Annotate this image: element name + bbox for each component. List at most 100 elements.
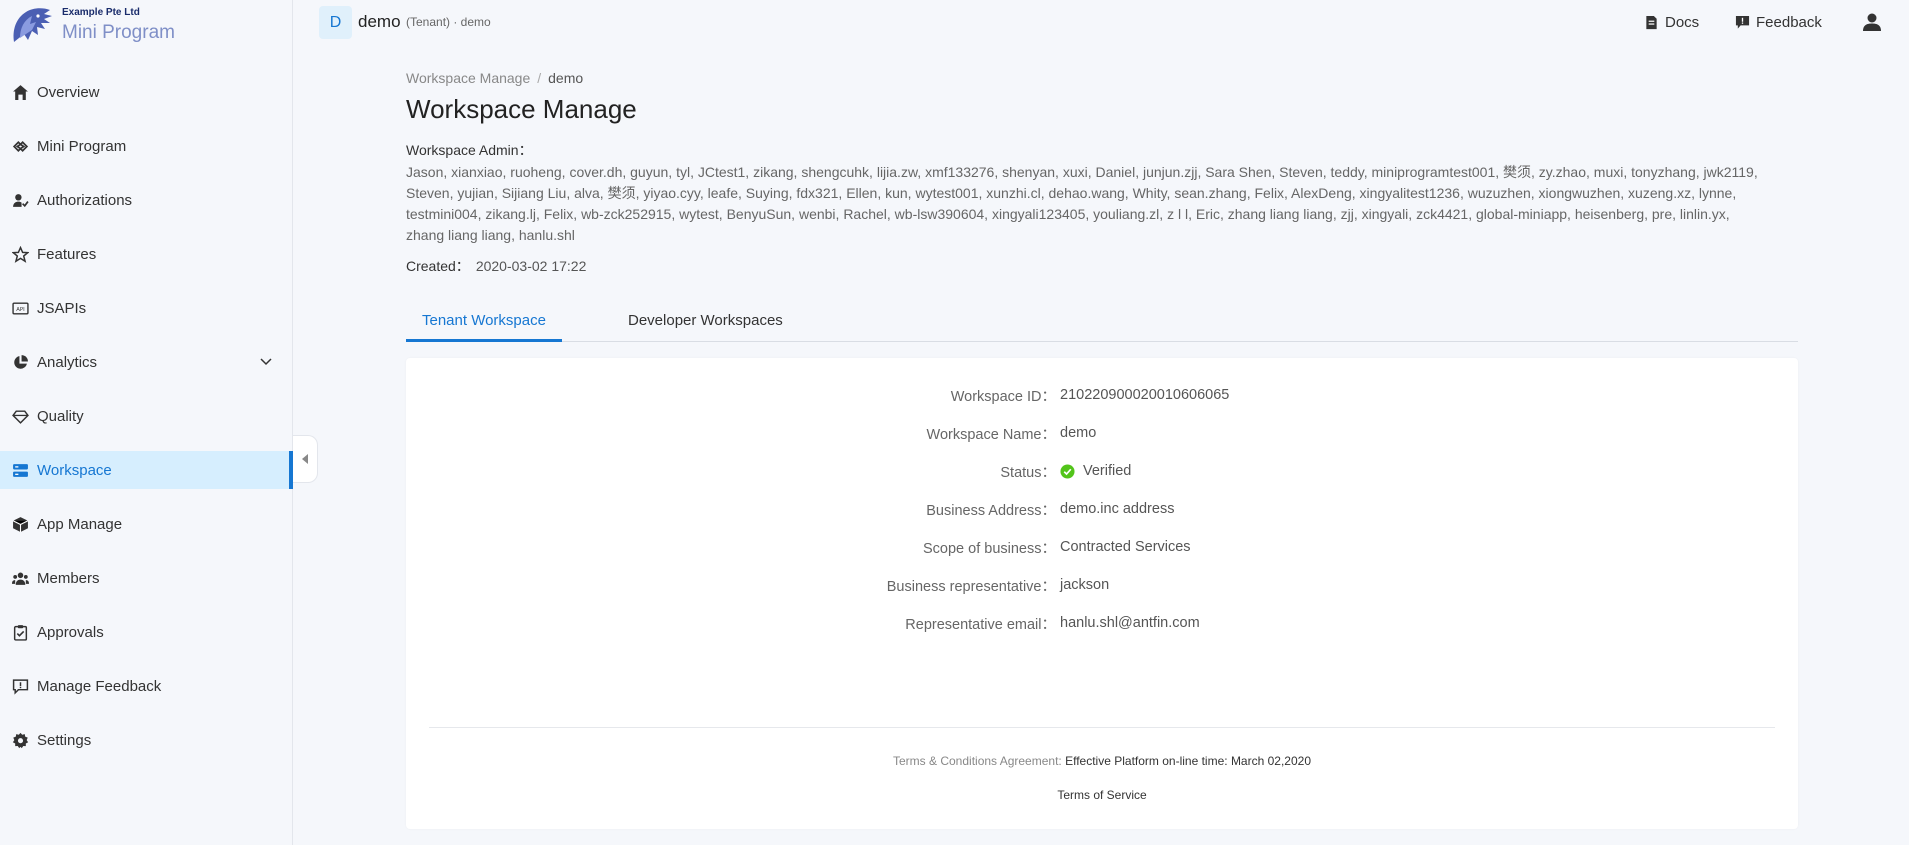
sidebar-item-label: Members [37, 569, 100, 587]
feedback-icon [1735, 15, 1750, 29]
field-label: Business Address： [926, 503, 1056, 519]
tenant-name[interactable]: demo [358, 12, 401, 32]
docs-link[interactable]: Docs [1644, 14, 1699, 31]
sidebar-item-approvals[interactable]: Approvals [0, 613, 293, 651]
clipboard-check-icon [11, 623, 29, 641]
workspace-details-card: Workspace ID： 2102209000200106060​65 Wor… [406, 358, 1798, 829]
sidebar-nav: Overview Mini Program Authorizations Fea… [0, 73, 293, 775]
field-status: Status： Verified [406, 461, 1798, 481]
feedback-link[interactable]: Feedback [1735, 14, 1822, 31]
company-name: Example Pte Ltd [62, 7, 140, 18]
card-divider [429, 727, 1775, 728]
lion-logo-icon [13, 8, 52, 42]
sidebar-collapse-toggle[interactable] [293, 435, 318, 483]
caret-left-icon [302, 454, 308, 464]
sidebar-item-settings[interactable]: Settings [0, 721, 293, 759]
workspace-admin-list: Jason, xianxiao, ruoheng, cover.dh, guyu… [406, 164, 1758, 243]
field-label: Workspace ID： [950, 389, 1056, 405]
workspace-icon [11, 461, 29, 479]
field-business-representative: Business representative： jackson [406, 575, 1798, 595]
sidebar-item-authorizations[interactable]: Authorizations [0, 181, 293, 219]
sidebar-item-label: Mini Program [37, 137, 127, 155]
check-circle-icon [1060, 463, 1075, 479]
chevron-down-icon[interactable] [259, 354, 273, 368]
feedback-icon [11, 677, 29, 695]
sidebar-item-workspace[interactable]: Workspace [0, 451, 293, 489]
field-value: 2102209000200106060​65 [1060, 387, 1230, 403]
gear-icon [11, 731, 29, 749]
sidebar-item-mini-program[interactable]: Mini Program [0, 127, 293, 165]
sidebar: Example Pte Ltd Mini Program Overview Mi… [0, 0, 293, 845]
field-label: Scope of business： [923, 541, 1056, 557]
user-icon[interactable] [1861, 11, 1883, 33]
created-value: 2020-03-02 17:22 [475, 258, 587, 274]
sidebar-item-label: Analytics [37, 353, 98, 371]
home-icon [11, 83, 29, 101]
star-icon [11, 245, 29, 263]
field-label: Workspace Name： [926, 427, 1056, 443]
field-scope-of-business: Scope of business： Contracted Services [406, 537, 1798, 557]
field-value: demo.inc address [1060, 501, 1175, 517]
sidebar-item-app-manage[interactable]: App Manage [0, 505, 293, 543]
docs-label: Docs [1665, 14, 1700, 31]
sidebar-item-label: Manage Feedback [37, 677, 162, 695]
sidebar-item-label: Settings [37, 731, 92, 749]
sidebar-item-overview[interactable]: Overview [0, 73, 293, 111]
field-workspace-id: Workspace ID： 2102209000200106060​65 [406, 385, 1798, 405]
sidebar-item-label: Approvals [37, 623, 104, 641]
main-content: Workspace Manage / demo Workspace Manage W… [406, 70, 1798, 829]
sidebar-item-label: Overview [37, 83, 100, 101]
user-check-icon [11, 191, 29, 209]
sidebar-item-label: Workspace [37, 461, 112, 479]
created-row: Created： 2020-03-02 17:22 [406, 256, 1798, 276]
brand-logo[interactable]: Example Pte Ltd Mini Program [8, 4, 288, 48]
sidebar-item-label: App Manage [37, 515, 123, 533]
breadcrumb-current: demo [548, 70, 584, 86]
sidebar-item-features[interactable]: Features [0, 235, 293, 273]
breadcrumb: Workspace Manage / demo [406, 70, 1798, 90]
sidebar-item-label: Quality [37, 407, 84, 425]
sidebar-item-label: Features [37, 245, 97, 263]
link-icon [11, 137, 29, 155]
field-value: hanlu.shl@antfin.com [1060, 615, 1200, 631]
sidebar-item-manage-feedback[interactable]: Manage Feedback [0, 667, 293, 705]
diamond-icon [11, 407, 29, 425]
field-business-address: Business Address： demo.inc address [406, 499, 1798, 519]
terms-agreement: Terms & Conditions Agreement: Effective … [406, 754, 1798, 768]
tenant-meta: (Tenant) · demo [406, 15, 491, 29]
sidebar-item-members[interactable]: Members [0, 559, 293, 597]
api-icon: API [11, 299, 29, 317]
sidebar-item-quality[interactable]: Quality [0, 397, 293, 435]
field-workspace-name: Workspace Name： demo [406, 423, 1798, 443]
terms-label: Terms & Conditions Agreement: [893, 754, 1062, 768]
top-header: D demo (Tenant) · demo Docs Feedback [294, 0, 1909, 44]
terms-of-service-link[interactable]: Terms of Service [406, 788, 1798, 802]
field-value: demo [1060, 425, 1097, 441]
field-label: Status： [1000, 465, 1056, 481]
tenant-avatar[interactable]: D [319, 6, 352, 39]
sidebar-item-analytics[interactable]: Analytics [0, 343, 293, 381]
feedback-label: Feedback [1756, 14, 1822, 31]
tab-developer-workspaces[interactable]: Developer Workspaces [612, 312, 799, 342]
created-label: Created： [406, 258, 470, 274]
tab-tenant-workspace[interactable]: Tenant Workspace [406, 312, 562, 342]
field-label: Representative email： [905, 617, 1056, 633]
breadcrumb-separator: / [537, 70, 542, 86]
document-icon [1646, 15, 1657, 30]
field-value: Contracted Services [1060, 539, 1191, 555]
sidebar-item-label: JSAPIs [37, 299, 87, 317]
status-value: Verified [1083, 463, 1132, 479]
field-value: jackson [1060, 577, 1110, 593]
breadcrumb-parent[interactable]: Workspace Manage [406, 70, 530, 86]
product-name: Mini Program [62, 22, 175, 43]
workspace-admin-label: Workspace Admin： [406, 142, 533, 158]
cube-icon [11, 515, 29, 533]
svg-text:API: API [16, 307, 25, 313]
workspace-tabs: Tenant Workspace Developer Workspaces [406, 312, 1798, 342]
field-label: Business representative： [886, 579, 1056, 595]
field-representative-email: Representative email： hanlu.shl@antfin.c… [406, 613, 1798, 633]
pie-chart-icon [11, 353, 29, 371]
field-value: Verified [1056, 461, 1131, 481]
sidebar-item-jsapis[interactable]: API JSAPIs [0, 289, 293, 327]
sidebar-item-label: Authorizations [37, 191, 133, 209]
